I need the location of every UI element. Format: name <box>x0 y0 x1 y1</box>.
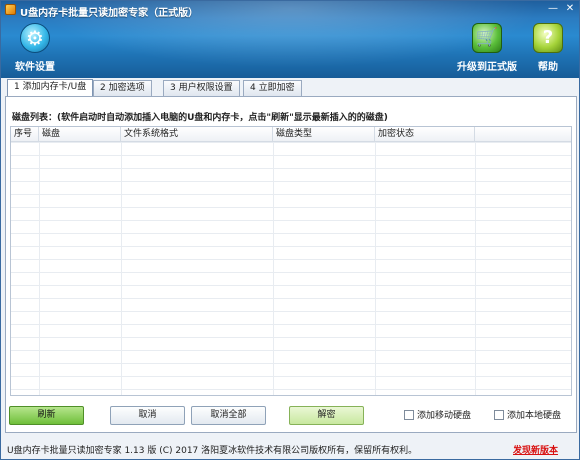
column-divider <box>273 142 274 395</box>
content-panel: 磁盘列表：(软件启动时自动添加插入电脑的U盘和内存卡，点击"刷新"显示最新插入的… <box>5 96 577 433</box>
help-button[interactable]: ? 帮助 <box>531 23 565 73</box>
cancel-all-button[interactable]: 取消全部 <box>191 406 266 425</box>
column-header-index[interactable]: 序号 <box>11 127 39 142</box>
status-bar: U盘内存卡批量只读加密专家 1.13 版 (C) 2017 洛阳夏冰软件技术有限… <box>1 437 579 459</box>
table-body <box>11 142 571 395</box>
tab-encrypt-now[interactable]: 4 立即加密 <box>243 80 302 96</box>
tab-user-permissions[interactable]: 3 用户权限设置 <box>163 80 240 96</box>
column-header-encrypt-status[interactable]: 加密状态 <box>375 127 475 142</box>
tab-add-disk[interactable]: 1 添加内存卡/U盘 <box>7 79 94 96</box>
help-label: 帮助 <box>538 62 558 73</box>
help-icon: ? <box>533 23 563 53</box>
checkbox-box[interactable] <box>404 410 414 420</box>
column-header-disk-type[interactable]: 磁盘类型 <box>273 127 375 142</box>
refresh-button[interactable]: 刷新 <box>9 406 84 425</box>
title-bar: U盘内存卡批量只读加密专家（正式版） — ✕ <box>1 1 579 19</box>
column-divider <box>39 142 40 395</box>
app-window: U盘内存卡批量只读加密专家（正式版） — ✕ ⚙ 软件设置 🛒 升级到正式版 ?… <box>0 0 580 460</box>
decrypt-button[interactable]: 解密 <box>289 406 364 425</box>
minimize-button[interactable]: — <box>546 3 560 15</box>
column-header-disk[interactable]: 磁盘 <box>39 127 121 142</box>
table-header: 序号 磁盘 文件系统格式 磁盘类型 加密状态 <box>11 127 571 142</box>
add-local-disk-checkbox[interactable]: 添加本地硬盘 <box>494 410 561 422</box>
settings-label: 软件设置 <box>15 62 55 73</box>
cart-icon: 🛒 <box>472 23 502 53</box>
upgrade-button[interactable]: 🛒 升级到正式版 <box>455 23 519 73</box>
app-logo-icon <box>5 4 16 15</box>
disk-table[interactable]: 序号 磁盘 文件系统格式 磁盘类型 加密状态 <box>10 126 572 396</box>
column-divider <box>121 142 122 395</box>
column-header-filesystem[interactable]: 文件系统格式 <box>121 127 273 142</box>
tab-encrypt-options[interactable]: 2 加密选项 <box>93 80 152 96</box>
column-divider <box>375 142 376 395</box>
window-title: U盘内存卡批量只读加密专家（正式版） <box>20 8 199 19</box>
close-button[interactable]: ✕ <box>563 3 577 15</box>
add-removable-disk-checkbox[interactable]: 添加移动硬盘 <box>404 410 471 422</box>
upgrade-label: 升级到正式版 <box>457 62 517 73</box>
gear-icon: ⚙ <box>20 23 50 53</box>
copyright-text: U盘内存卡批量只读加密专家 1.13 版 (C) 2017 洛阳夏冰软件技术有限… <box>7 446 418 456</box>
checkbox-label: 添加移动硬盘 <box>417 411 472 421</box>
cancel-button[interactable]: 取消 <box>110 406 185 425</box>
disk-list-label: 磁盘列表：(软件启动时自动添加插入电脑的U盘和内存卡，点击"刷新"显示最新插入的… <box>12 113 388 123</box>
checkbox-box[interactable] <box>494 410 504 420</box>
column-divider <box>475 142 476 395</box>
settings-button[interactable]: ⚙ 软件设置 <box>13 23 57 73</box>
new-version-link[interactable]: 发现新版本 <box>513 443 558 456</box>
checkbox-label: 添加本地硬盘 <box>507 411 562 421</box>
